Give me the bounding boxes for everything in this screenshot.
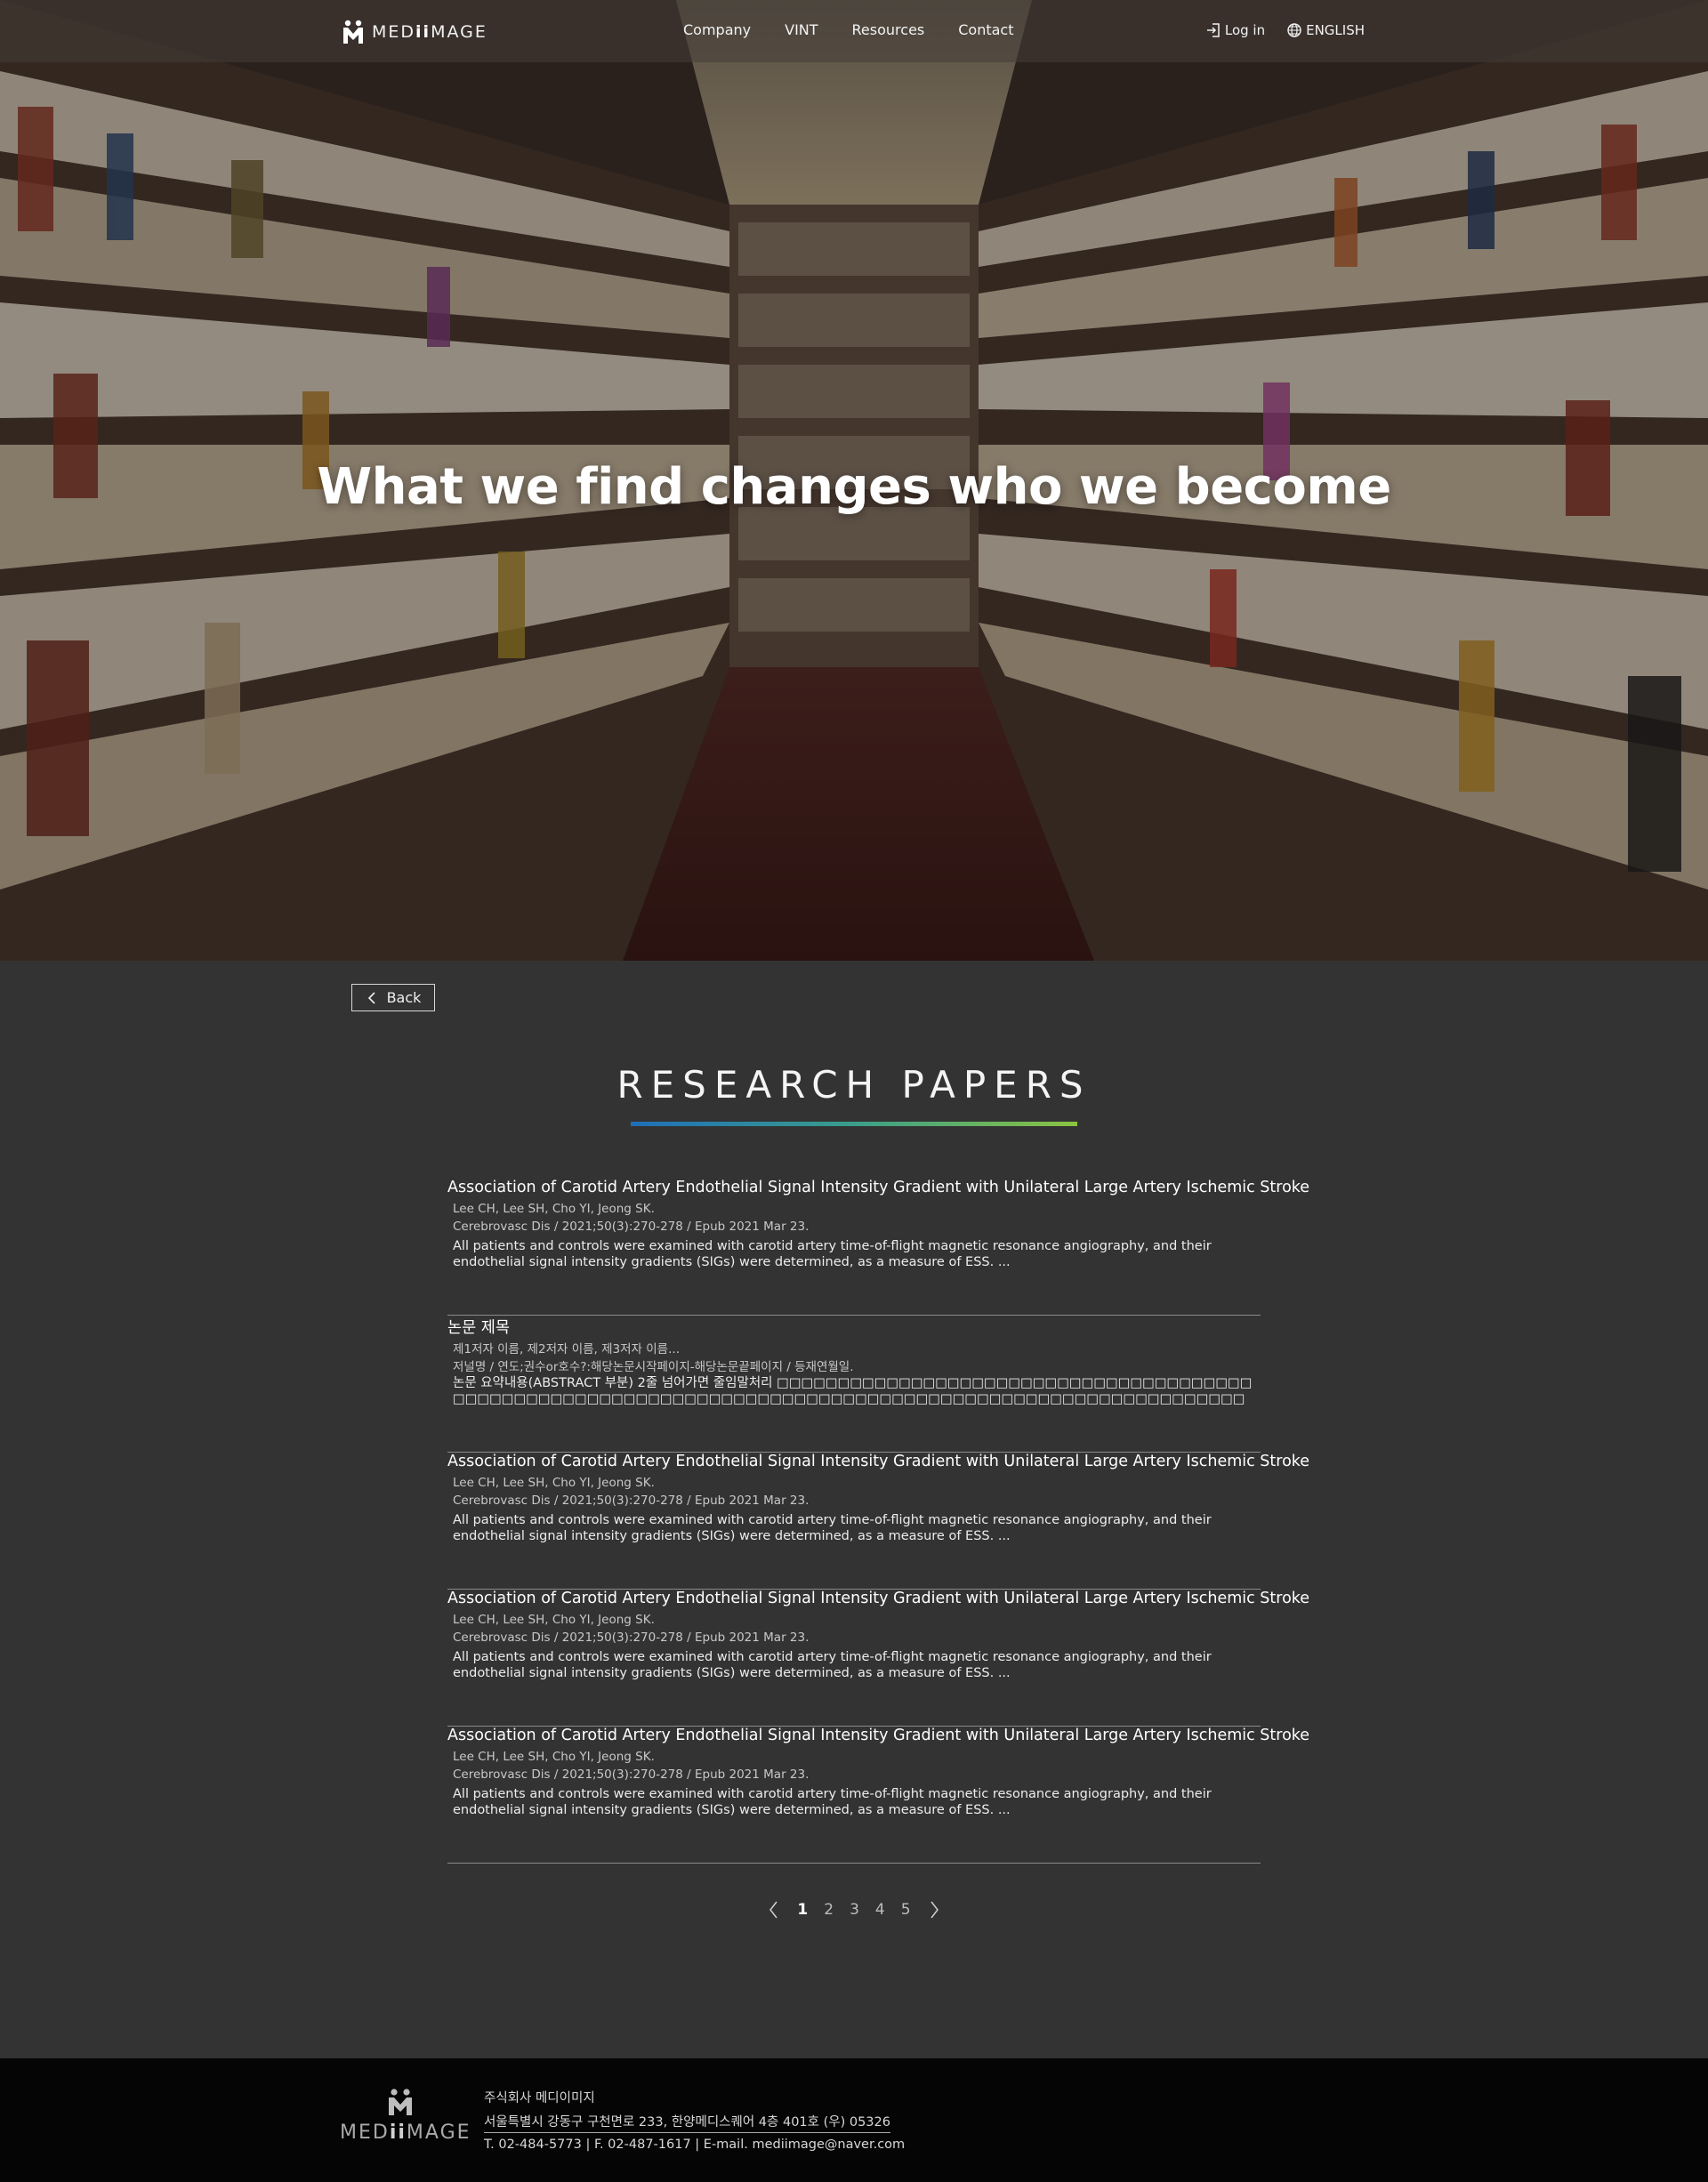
nav-company[interactable]: Company	[683, 21, 751, 38]
footer-logo-text: MEDiiMAGE	[340, 2122, 471, 2144]
paper-title[interactable]: Association of Carotid Artery Endothelia…	[447, 1453, 1309, 1470]
paper-summary: 논문 요약내용(ABSTRACT 부분) 2줄 넘어가면 줄임말처리 □□□□□…	[453, 1376, 1253, 1406]
nav-resources[interactable]: Resources	[852, 21, 925, 38]
paper-item[interactable]: Association of Carotid Artery Endothelia…	[447, 1727, 1309, 1864]
footer-logo: MEDiiMAGE	[340, 2088, 471, 2144]
paper-item[interactable]: Association of Carotid Artery Endothelia…	[447, 1453, 1309, 1590]
logo-text: MEDiiMAGE	[372, 22, 487, 42]
back-label: Back	[386, 989, 422, 1006]
language-selector[interactable]: ENGLISH	[1286, 22, 1365, 38]
site-footer: MEDiiMAGE 주식회사 메디이미지 서울특별시 강동구 구천면로 233,…	[0, 2058, 1708, 2182]
paper-title[interactable]: Association of Carotid Artery Endothelia…	[447, 1590, 1309, 1607]
paper-summary: All patients and controls were examined …	[453, 1513, 1212, 1543]
page-5[interactable]: 5	[901, 1901, 911, 1919]
back-button[interactable]: Back	[351, 984, 435, 1011]
paper-journal: 저널명 / 연도;권수or호수?:해당논문시작페이지-해당논문끝페이지 / 등재…	[453, 1360, 854, 1374]
chevron-left-icon[interactable]	[768, 1900, 780, 1920]
paper-journal: Cerebrovasc Dis / 2021;50(3):270-278 / E…	[453, 1767, 810, 1782]
utility-links: Log in ENGLISH	[1184, 22, 1365, 38]
logo-mark-icon	[343, 20, 363, 44]
hero-banner: MEDiiMAGE Company VINT Resources Contact…	[0, 0, 1708, 961]
paper-title[interactable]: Association of Carotid Artery Endothelia…	[447, 1727, 1309, 1744]
top-navigation-bar: MEDiiMAGE Company VINT Resources Contact…	[0, 0, 1708, 62]
paper-list: Association of Carotid Artery Endothelia…	[447, 1179, 1309, 1864]
paper-authors: Lee CH, Lee SH, Cho YI, Jeong SK.	[453, 1750, 655, 1764]
logo-mark-icon	[389, 2089, 412, 2115]
paper-journal: Cerebrovasc Dis / 2021;50(3):270-278 / E…	[453, 1494, 810, 1508]
page-2[interactable]: 2	[824, 1901, 834, 1919]
language-label: ENGLISH	[1306, 22, 1365, 38]
chevron-left-icon	[367, 991, 375, 1004]
paper-title[interactable]: Association of Carotid Artery Endothelia…	[447, 1179, 1309, 1196]
login-icon	[1206, 23, 1220, 37]
login-label: Log in	[1224, 22, 1266, 38]
main-nav: Company VINT Resources Contact	[683, 21, 1048, 38]
paper-item[interactable]: Association of Carotid Artery Endothelia…	[447, 1179, 1309, 1316]
paper-summary: All patients and controls were examined …	[453, 1239, 1212, 1269]
paper-authors: Lee CH, Lee SH, Cho YI, Jeong SK.	[453, 1613, 655, 1627]
paper-summary: All patients and controls were examined …	[453, 1650, 1212, 1680]
company-address: 서울특별시 강동구 구천면로 233, 한양메디스퀘어 4층 401호 (우) …	[484, 2113, 890, 2133]
paper-title[interactable]: 논문 제목	[447, 1316, 510, 1338]
paper-journal: Cerebrovasc Dis / 2021;50(3):270-278 / E…	[453, 1630, 810, 1645]
paper-summary: All patients and controls were examined …	[453, 1787, 1212, 1817]
paper-journal: Cerebrovasc Dis / 2021;50(3):270-278 / E…	[453, 1220, 810, 1234]
paper-authors: 제1저자 이름, 제2저자 이름, 제3저자 이름...	[453, 1342, 680, 1357]
site-logo[interactable]: MEDiiMAGE	[340, 18, 487, 46]
section-title: RESEARCH PAPERS	[616, 1063, 1092, 1107]
paper-authors: Lee CH, Lee SH, Cho YI, Jeong SK.	[453, 1202, 655, 1216]
paper-item[interactable]: Association of Carotid Artery Endothelia…	[447, 1590, 1309, 1727]
company-contact: T. 02-484-5773 | F. 02-487-1617 | E-mail…	[484, 2138, 906, 2152]
page-3[interactable]: 3	[850, 1901, 859, 1919]
company-info: 주식회사 메디이미지 서울특별시 강동구 구천면로 233, 한양메디스퀘어 4…	[484, 2087, 905, 2154]
title-underline	[631, 1122, 1077, 1126]
login-link[interactable]: Log in	[1205, 22, 1265, 38]
nav-contact[interactable]: Contact	[958, 21, 1013, 38]
company-name: 주식회사 메디이미지	[484, 2091, 595, 2106]
nav-vint[interactable]: VINT	[785, 21, 818, 38]
chevron-right-icon[interactable]	[928, 1900, 940, 1920]
globe-icon	[1287, 23, 1301, 37]
hero-title: What we find changes who we become	[317, 458, 1391, 516]
page-4[interactable]: 4	[875, 1901, 885, 1919]
page-1[interactable]: 1	[797, 1901, 808, 1919]
research-papers-section: Back RESEARCH PAPERS Association of Caro…	[0, 961, 1708, 2058]
paper-item[interactable]: 논문 제목 제1저자 이름, 제2저자 이름, 제3저자 이름... 저널명 /…	[447, 1316, 1261, 1453]
paper-authors: Lee CH, Lee SH, Cho YI, Jeong SK.	[453, 1476, 655, 1490]
pagination: 1 2 3 4 5	[0, 1900, 1708, 1920]
